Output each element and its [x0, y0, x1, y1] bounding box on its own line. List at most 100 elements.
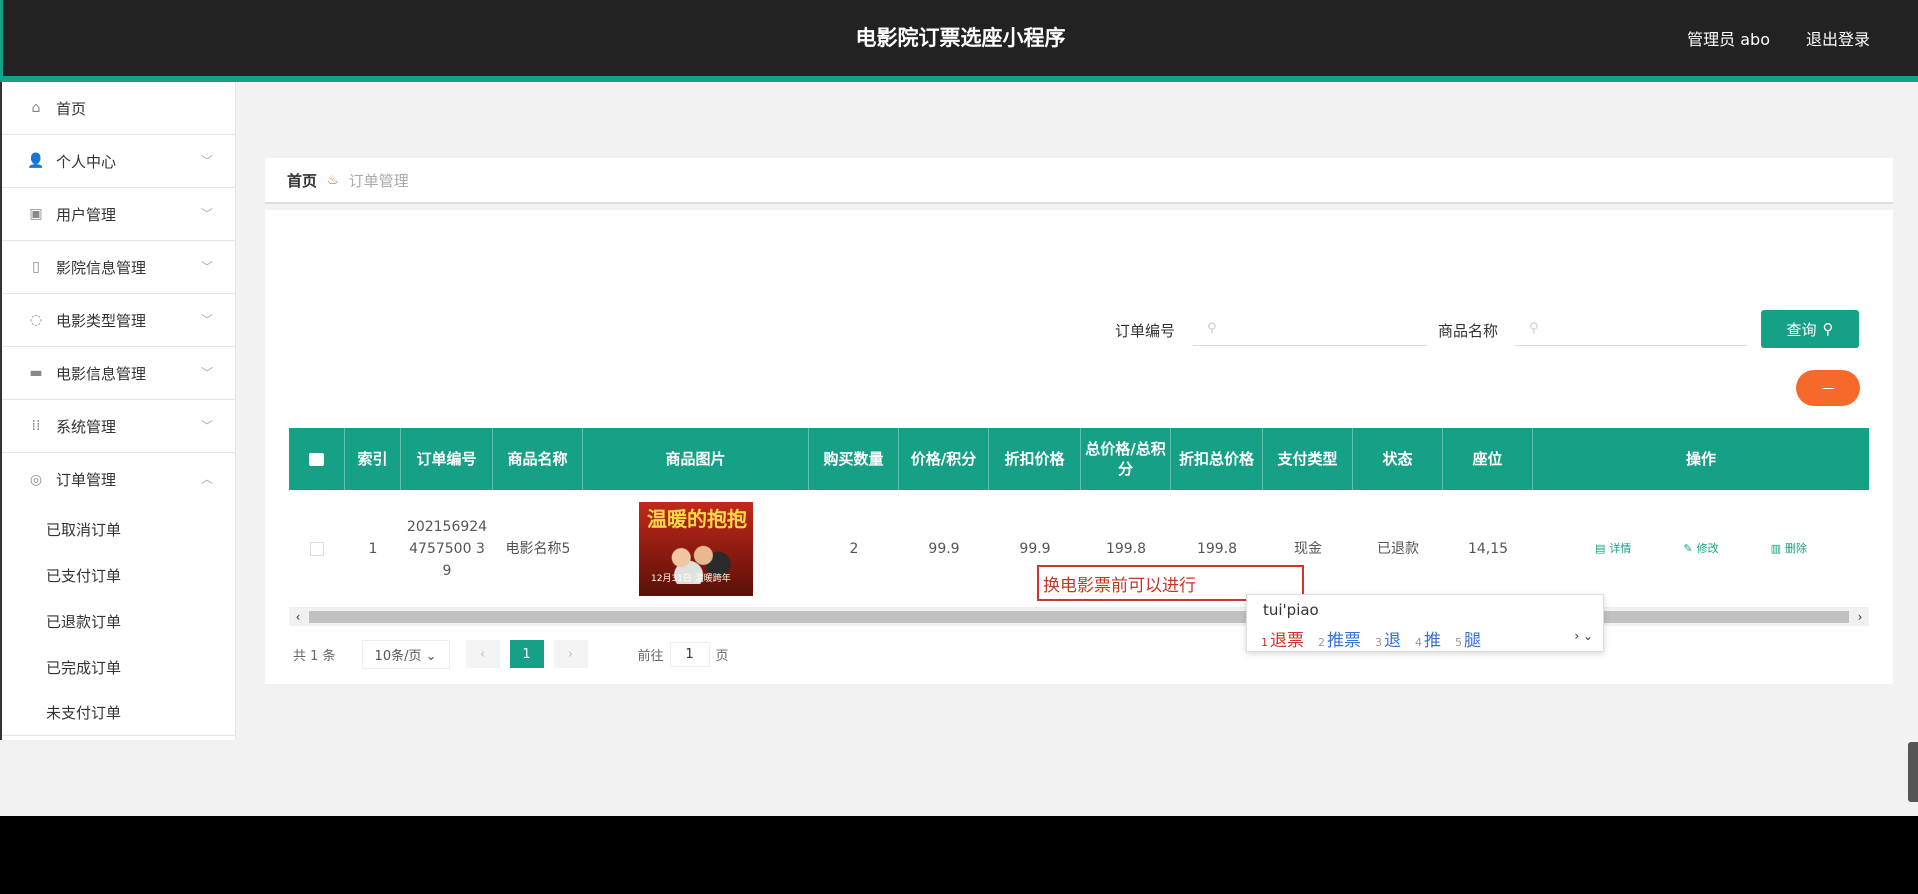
chevron-down-icon: ﹀	[200, 366, 213, 380]
select-all-checkbox[interactable]	[289, 428, 345, 490]
movie-poster-image[interactable]: 温暖的抱抱 12月31日 温暖跨年	[639, 501, 753, 596]
ime-candidate[interactable]: 2 推票	[1318, 626, 1361, 651]
edit-button[interactable]: ✎ 修改	[1683, 538, 1718, 560]
chevron-down-icon: ﹀	[200, 313, 213, 327]
sidebar-item-label: 影院信息管理	[56, 258, 147, 277]
submenu-cancelled-orders[interactable]: 已取消订单	[2, 506, 235, 552]
trash-icon: ▥	[1770, 541, 1782, 555]
search-row: 订单编号 ⚲ 商品名称 ⚲ 查询 ⚲	[265, 310, 1893, 350]
goto-page-input[interactable]: 1	[669, 641, 710, 667]
cinema-icon: ▯	[32, 259, 40, 275]
product-name-input[interactable]: ⚲	[1515, 312, 1747, 346]
sidebar-item-cinema-info[interactable]: ▯ 影院信息管理 ﹀	[2, 241, 235, 294]
page-size-select[interactable]: 10条/页 ⌄	[361, 639, 450, 669]
detail-label: 详情	[1609, 541, 1632, 555]
col-discount-price: 折扣价格	[989, 428, 1081, 490]
next-page-button[interactable]: ›	[553, 640, 588, 668]
chevron-up-icon: ︿	[200, 472, 213, 486]
sidebar-item-user-management[interactable]: ▣ 用户管理 ﹀	[2, 188, 235, 241]
scroll-right-icon[interactable]: ›	[1851, 610, 1869, 624]
window-edge-handle	[1908, 742, 1918, 802]
sidebar-item-movie-info[interactable]: ▬ 电影信息管理 ﹀	[2, 347, 235, 400]
ime-candidate[interactable]: 4推	[1415, 626, 1441, 651]
candidate-number: 4	[1415, 635, 1422, 649]
row-checkbox[interactable]	[289, 490, 345, 607]
col-order-no: 订单编号	[401, 428, 493, 490]
col-product-name: 商品名称	[493, 428, 583, 490]
app-title: 电影院订票选座小程序	[855, 26, 1066, 50]
sidebar-item-label: 订单管理	[56, 471, 117, 489]
col-pay-type: 支付类型	[1263, 428, 1353, 490]
scrollbar-thumb[interactable]	[309, 611, 1849, 623]
search-icon: ⚲	[1207, 321, 1217, 336]
admin-label: 管理员 abo	[1687, 30, 1770, 49]
query-button[interactable]: 查询 ⚲	[1761, 310, 1859, 348]
submenu-refunded-orders[interactable]: 已退款订单	[2, 598, 235, 644]
table-header: 索引 订单编号 商品名称 商品图片 购买数量 价格/积分 折扣价格 总价格/总积…	[289, 428, 1869, 490]
query-button-label: 查询	[1786, 320, 1817, 339]
cell-product-name: 电影名称5	[505, 540, 571, 557]
candidate-text: 腿	[1464, 630, 1481, 651]
sidebar-item-home[interactable]: ⌂ 首页	[2, 82, 235, 135]
frame-icon: ⁞⁞	[31, 418, 41, 434]
sidebar-item-label: 电影信息管理	[56, 364, 147, 383]
globe-icon: ◎	[29, 471, 43, 488]
top-header: 电影院订票选座小程序 管理员 abo 退出登录	[0, 0, 1918, 76]
pagination: 共 1 条 10条/页 ⌄ ‹ 1 › 前往 1 页	[293, 639, 729, 669]
col-actions: 操作	[1685, 450, 1716, 468]
delete-button[interactable]: ▥ 删除	[1771, 538, 1807, 560]
col-quantity: 购买数量	[809, 428, 899, 490]
order-no-input[interactable]: ⚲	[1193, 312, 1427, 346]
ime-typed-text: 换电影票前可以进行	[1043, 575, 1196, 596]
submenu-completed-orders[interactable]: 已完成订单	[2, 644, 235, 690]
chevron-left-icon: ‹	[479, 646, 486, 662]
edit-icon: ✎	[1683, 541, 1693, 555]
sidebar-item-label: 用户管理	[56, 205, 117, 224]
page-number-button[interactable]: 1	[509, 640, 544, 668]
page-body: ⌂ 首页 👤 个人中心 ﹀ ▣ 用户管理 ﹀ ▯ 影院信息管理 ﹀ ◌ 电影类型…	[0, 76, 1918, 816]
breadcrumb-home[interactable]: 首页	[287, 170, 317, 191]
cell-price: 99.9	[928, 540, 960, 557]
header-accent-line	[0, 76, 1918, 82]
page-unit-label: 页	[715, 648, 729, 664]
col-discount-total: 折扣总价格	[1171, 428, 1263, 490]
chevron-down-icon: ﹀	[200, 260, 213, 274]
document-icon: ▤	[1594, 541, 1606, 555]
sidebar-item-label: 首页	[56, 99, 87, 118]
candidate-text: 退	[1384, 630, 1401, 651]
chevron-right-icon: ›	[567, 646, 574, 662]
briefcase-icon: ▣	[29, 206, 43, 222]
col-status: 状态	[1353, 428, 1443, 490]
cell-quantity: 2	[849, 540, 859, 557]
col-total-price: 总价格/总积分	[1081, 428, 1171, 490]
delete-icon: —	[1821, 380, 1835, 396]
candidate-number: 2	[1318, 635, 1325, 649]
candidate-number: 5	[1455, 635, 1462, 649]
sidebar-item-system[interactable]: ⁞⁞ 系统管理 ﹀	[2, 400, 235, 453]
scroll-left-icon[interactable]: ‹	[289, 610, 307, 624]
logout-link[interactable]: 退出登录	[1806, 26, 1870, 50]
col-product-image: 商品图片	[583, 428, 809, 490]
chevron-down-icon: ﹀	[200, 207, 213, 221]
home-icon: ⌂	[31, 100, 41, 116]
sidebar-item-personal-center[interactable]: 👤 个人中心 ﹀	[2, 135, 235, 188]
ime-pinyin: tui'piao	[1263, 601, 1319, 619]
ime-candidate[interactable]: 5腿	[1455, 626, 1481, 651]
search-icon: ⚲	[1822, 320, 1834, 338]
sidebar: ⌂ 首页 👤 个人中心 ﹀ ▣ 用户管理 ﹀ ▯ 影院信息管理 ﹀ ◌ 电影类型…	[0, 82, 236, 740]
table-horizontal-scrollbar[interactable]: ‹ ›	[289, 608, 1869, 626]
ime-next-page-icon[interactable]: › ⌄	[1574, 629, 1593, 643]
submenu-paid-orders[interactable]: 已支付订单	[2, 552, 235, 598]
order-panel: 订单编号 ⚲ 商品名称 ⚲ 查询 ⚲ — 索引 订单编号 商品名称 商品图片 购…	[265, 210, 1893, 684]
sidebar-item-orders[interactable]: ◎ 订单管理 ︿	[2, 453, 235, 506]
user-icon: 👤	[27, 153, 45, 169]
ime-candidate[interactable]: 3退	[1375, 626, 1401, 651]
cell-index: 1	[368, 540, 378, 557]
detail-button[interactable]: ▤ 详情	[1595, 538, 1631, 560]
submenu-unpaid-orders[interactable]: 未支付订单	[2, 690, 235, 736]
ime-candidate[interactable]: 1 退票	[1261, 626, 1304, 651]
sidebar-item-label: 系统管理	[56, 417, 117, 436]
sidebar-item-movie-type[interactable]: ◌ 电影类型管理 ﹀	[2, 294, 235, 347]
prev-page-button[interactable]: ‹	[465, 640, 500, 668]
batch-delete-button[interactable]: —	[1796, 370, 1860, 406]
